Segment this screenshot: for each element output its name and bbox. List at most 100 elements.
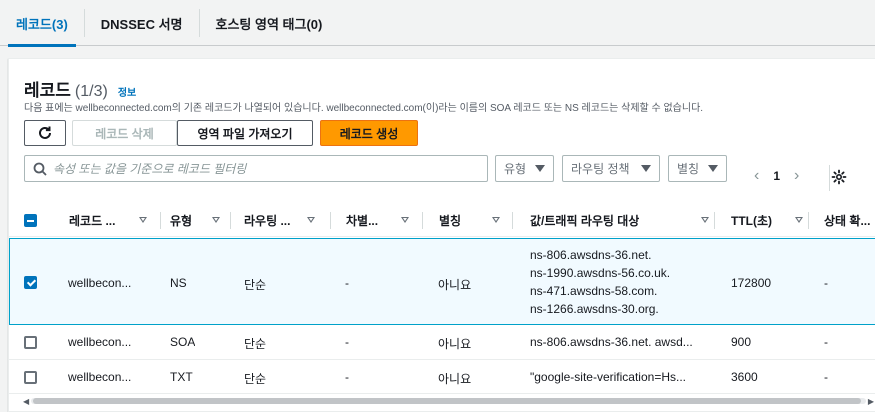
record-name[interactable]: wellbecon... (68, 276, 158, 290)
record-type: TXT (170, 370, 193, 384)
alias: 아니요 (438, 278, 472, 292)
col-label: 별칭 (439, 214, 462, 228)
col-header-differentiator[interactable]: 차별... (346, 204, 414, 237)
table-header: 레코드 ... 유형 라우팅 ... 차별... 별칭 값/트래픽 라우팅 대상… (9, 204, 875, 237)
sort-icon (795, 217, 803, 223)
record-value: ns-806.awsdns-36.net. awsd... (530, 335, 693, 349)
col-divider (512, 212, 513, 229)
tab-records[interactable]: 레코드(3) (0, 0, 84, 47)
table-row[interactable]: wellbecon... SOA 단순 - 아니요 ns-806.awsdns-… (9, 326, 875, 360)
col-header-value[interactable]: 값/트래픽 라우팅 대상 (530, 204, 712, 237)
refresh-button[interactable] (24, 120, 66, 146)
records-table: 레코드 ... 유형 라우팅 ... 차별... 별칭 값/트래픽 라우팅 대상… (9, 204, 875, 394)
info-link[interactable]: 정보 (118, 84, 136, 99)
horizontal-scrollbar[interactable]: ◀ ▶ (23, 396, 874, 406)
select-all-checkbox[interactable] (24, 214, 37, 227)
col-divider (714, 212, 715, 229)
col-label: 라우팅 ... (244, 214, 291, 228)
record-value: "google-site-verification=Hs... (530, 370, 686, 384)
row-checkbox[interactable] (24, 276, 37, 289)
record-name[interactable]: wellbecon... (68, 370, 158, 384)
create-record-button[interactable]: 레코드 생성 (320, 120, 418, 146)
row-checkbox-cell (24, 336, 37, 352)
value-line: ns-806.awsdns-36.net. (530, 248, 652, 262)
panel-title: 레코드 (24, 81, 71, 100)
alias-filter-select[interactable]: 별칭 (668, 155, 727, 182)
search-box[interactable] (24, 155, 488, 182)
sort-icon (212, 217, 220, 223)
prev-page-button[interactable]: ‹ (754, 167, 759, 185)
table-row[interactable]: wellbecon... NS 단순 - 아니요 ns-806.awsdns-3… (9, 238, 875, 325)
col-header-ttl[interactable]: TTL(초) (731, 204, 806, 237)
alias: 아니요 (438, 372, 472, 386)
record-type: NS (170, 276, 187, 290)
record-values: ns-806.awsdns-36.net. ns-1990.awsdns-56.… (530, 246, 710, 318)
scroll-thumb[interactable] (33, 398, 861, 404)
ttl-value: 172800 (731, 276, 772, 290)
sort-icon (701, 217, 709, 223)
routing-policy: 단순 (244, 337, 267, 351)
tab-dnssec[interactable]: DNSSEC 서명 (85, 0, 199, 46)
page-title: 레코드 (1/3) 정보 (24, 76, 136, 101)
delete-record-button[interactable]: 레코드 삭제 (72, 120, 177, 146)
col-divider (808, 212, 809, 229)
col-label: 레코드 ... (69, 214, 116, 228)
col-label: TTL(초) (731, 214, 773, 228)
alias: 아니요 (438, 337, 472, 351)
tab-hosted-zone-tags[interactable]: 호스팅 영역 태그(0) (200, 0, 339, 46)
scroll-right-icon[interactable]: ▶ (868, 397, 874, 406)
sort-icon (139, 217, 147, 223)
col-label: 유형 (170, 214, 193, 228)
health-check: - (824, 335, 828, 349)
row-checkbox[interactable] (24, 336, 37, 349)
row-checkbox-cell (24, 371, 37, 387)
col-divider (422, 212, 423, 229)
current-page[interactable]: 1 (773, 169, 780, 183)
differentiator: - (345, 276, 349, 290)
routing-policy-filter-select[interactable]: 라우팅 정책 (562, 155, 660, 182)
routing-policy: 단순 (244, 372, 267, 386)
col-header-health-check[interactable]: 상태 확... (824, 204, 875, 237)
pager-divider (829, 165, 830, 191)
search-icon (33, 162, 47, 176)
col-header-alias[interactable]: 별칭 (439, 204, 504, 237)
select-all-cell (24, 204, 37, 237)
ttl-value: 900 (731, 335, 752, 349)
col-header-routing[interactable]: 라우팅 ... (244, 204, 324, 237)
scroll-left-icon[interactable]: ◀ (23, 397, 29, 406)
health-check: - (824, 370, 828, 384)
type-filter-label: 유형 (504, 162, 527, 176)
tab-bar: 레코드(3) DNSSEC 서명 호스팅 영역 태그(0) (0, 0, 875, 47)
col-label: 값/트래픽 라우팅 대상 (530, 214, 640, 228)
pagination: ‹ 1 › (754, 167, 799, 185)
health-check: - (824, 276, 828, 290)
alias-filter-label: 별칭 (677, 162, 700, 176)
differentiator: - (345, 335, 349, 349)
gear-icon[interactable] (831, 169, 847, 185)
records-panel: 레코드 (1/3) 정보 다음 표에는 wellbeconnected.com의… (8, 58, 875, 412)
row-checkbox[interactable] (24, 371, 37, 384)
record-name[interactable]: wellbecon... (68, 335, 158, 349)
next-page-button[interactable]: › (794, 167, 799, 185)
ttl-value: 3600 (731, 370, 758, 384)
type-filter-select[interactable]: 유형 (495, 155, 554, 182)
col-divider (330, 212, 331, 229)
col-divider (230, 212, 231, 229)
col-label: 상태 확... (824, 214, 871, 228)
import-zone-file-button[interactable]: 영역 파일 가져오기 (177, 120, 313, 146)
sort-icon (307, 217, 315, 223)
panel-description: 다음 표에는 wellbeconnected.com의 기존 레코드가 나열되어… (24, 103, 704, 114)
col-header-record-name[interactable]: 레코드 ... (69, 204, 157, 237)
caret-down-icon (708, 165, 718, 172)
caret-down-icon (535, 165, 545, 172)
col-label: 차별... (346, 214, 379, 228)
caret-down-icon (641, 165, 651, 172)
routing-filter-label: 라우팅 정책 (571, 162, 630, 176)
search-input[interactable] (53, 161, 487, 176)
col-header-type[interactable]: 유형 (170, 204, 228, 237)
differentiator: - (345, 370, 349, 384)
value-line: ns-471.awsdns-58.com. (530, 284, 658, 298)
routing-policy: 단순 (244, 278, 267, 292)
sort-icon (492, 217, 500, 223)
table-row[interactable]: wellbecon... TXT 단순 - 아니요 "google-site-v… (9, 361, 875, 394)
